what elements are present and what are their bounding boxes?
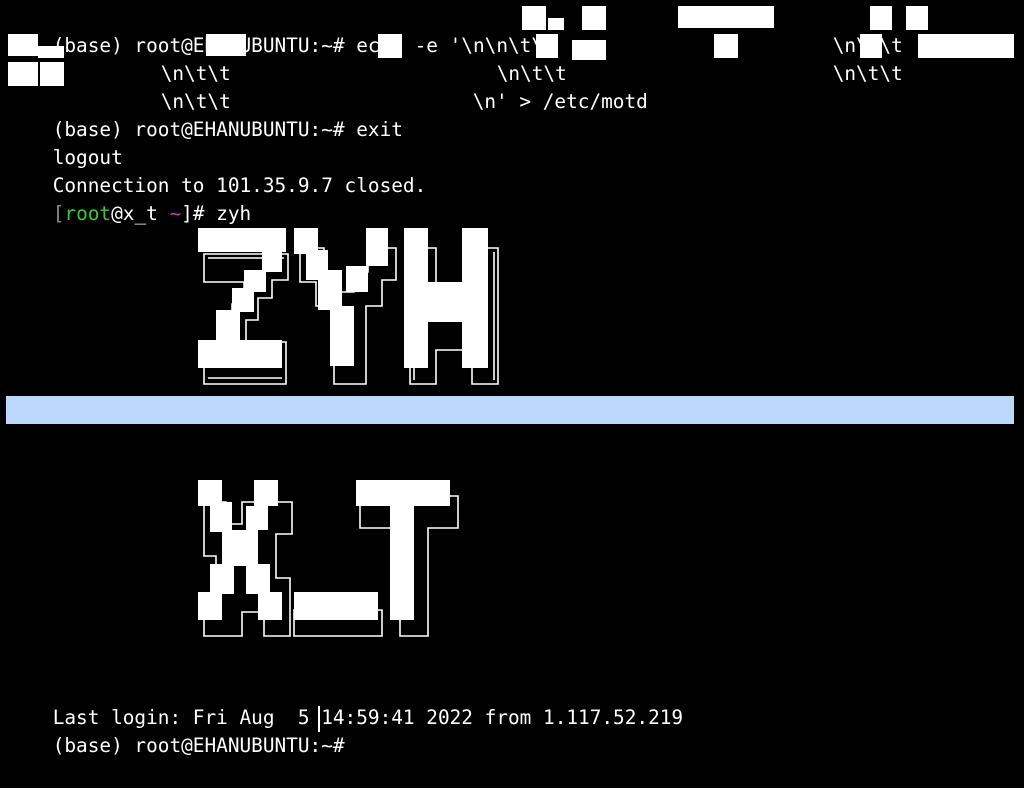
block-glyph: [572, 40, 606, 60]
prompt-user: root: [64, 202, 112, 225]
block-glyph: [918, 34, 1014, 58]
block-glyph: [582, 6, 606, 30]
terminal-line-echo-3a: \n\t\t: [114, 60, 231, 113]
block-glyph: [548, 18, 564, 30]
terminal-line-last-login: Last login: Fri Aug 5 14:59:41 2022 from…: [6, 676, 683, 729]
block-glyph: [522, 6, 546, 30]
prompt-suffix: ]#: [181, 202, 217, 225]
prompt-host: @x_t: [111, 202, 170, 225]
block-glyph: [870, 6, 892, 30]
terminal-line-exit: (base) root@EHANUBUNTU:~# exit: [6, 88, 403, 141]
terminal-line-prompt-zyh: [root@x_t ~]# zyh: [6, 172, 252, 225]
terminal-line-logout: logout: [6, 116, 123, 169]
block-glyph: [678, 6, 774, 28]
motd-banner-xt: [196, 478, 466, 640]
motd-banner-zyh: [196, 226, 506, 388]
block-glyph: [40, 62, 64, 86]
terminal-line-echo-2c: \n\t\t: [786, 32, 903, 85]
prompt-path: ~: [169, 202, 182, 225]
block-glyph: [206, 34, 246, 56]
block-glyph: [8, 62, 38, 86]
block-glyph: [714, 34, 738, 58]
text-cursor[interactable]: [318, 706, 320, 732]
block-glyph: [906, 6, 928, 30]
terminal-line-closed: Connection to 101.35.9.7 closed.: [6, 144, 427, 197]
terminal-line-echo: (base) root@EHANUBUNTU:~# echo -e '\n\n\…: [6, 4, 555, 57]
echo-redirect-text: \n' > /etc/motd: [472, 90, 648, 113]
terminal-window[interactable]: (base) root@EHANUBUNTU:~# echo -e '\n\n\…: [0, 0, 1024, 757]
block-glyph: [8, 34, 38, 56]
block-glyph: [378, 34, 402, 58]
password-prompt-text: root@101.35.9.7's password:: [52, 426, 368, 449]
shell-prompt-text: (base) root@EHANUBUNTU:~#: [52, 734, 357, 757]
prompt-command: zyh: [216, 202, 252, 225]
terminal-line-final-prompt[interactable]: (base) root@EHANUBUNTU:~#: [6, 704, 356, 757]
block-glyph: [536, 34, 558, 58]
block-glyph: [38, 46, 64, 58]
prompt-bracket: [: [52, 202, 65, 225]
echo-escape-text: \n\t\t: [832, 62, 903, 85]
terminal-line-password: root@101.35.9.7's password:: [6, 396, 368, 449]
terminal-line-echo-3b: \n' > /etc/motd: [426, 60, 648, 113]
block-glyph: [860, 34, 882, 58]
